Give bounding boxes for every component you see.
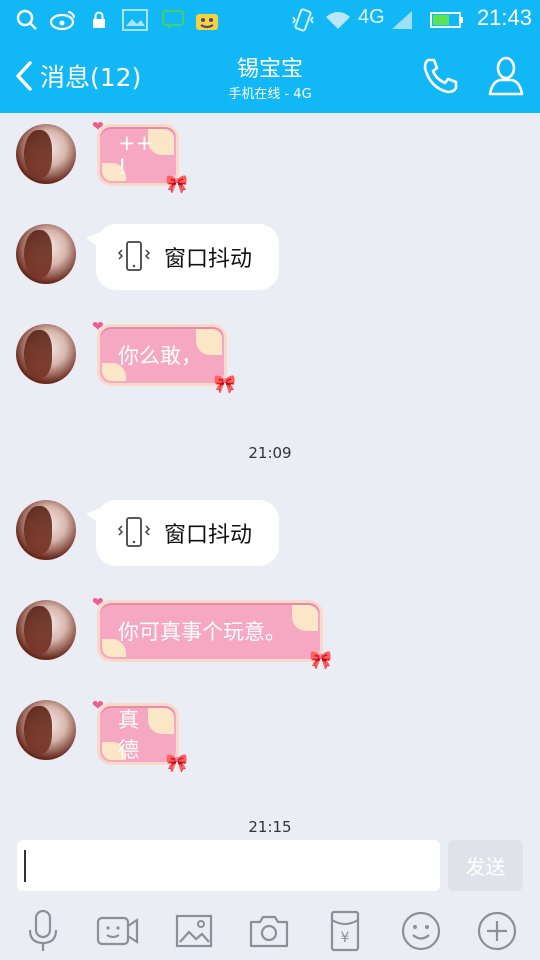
- heart-icon: ❤: [92, 698, 104, 714]
- vibrate-icon: [290, 7, 316, 33]
- phone-icon[interactable]: [418, 54, 462, 98]
- camera-icon[interactable]: [246, 908, 292, 954]
- emoji-icon[interactable]: [398, 908, 444, 954]
- heart-icon: ❤: [92, 319, 104, 335]
- timestamp: 21:15: [248, 818, 292, 832]
- network-type-label: 4G: [358, 6, 385, 28]
- bow-icon: 🎀: [309, 650, 332, 671]
- message-text: 真德: [118, 708, 139, 762]
- message-text: ++ !: [118, 131, 154, 179]
- avatar[interactable]: [16, 600, 76, 660]
- message-input[interactable]: [17, 840, 440, 891]
- bow-icon: 🎀: [213, 374, 236, 395]
- message-text: 窗口抖动: [164, 523, 253, 548]
- microphone-icon[interactable]: [20, 908, 66, 954]
- video-icon[interactable]: [95, 908, 141, 954]
- clock: 21:43: [476, 5, 532, 30]
- avatar[interactable]: [16, 500, 76, 560]
- status-bar: 4G 21:43: [0, 0, 540, 40]
- send-button[interactable]: 发送: [448, 840, 523, 891]
- battery-icon: [430, 7, 464, 33]
- message-bubble[interactable]: ❤ 🎀 ++ !: [92, 119, 188, 195]
- heart-icon: ❤: [92, 595, 104, 611]
- shake-icon: [117, 517, 151, 547]
- message-text: 窗口抖动: [164, 247, 253, 272]
- image-icon[interactable]: [171, 908, 217, 954]
- weibo-icon: [50, 7, 78, 33]
- signal-icon: [390, 7, 414, 33]
- wifi-icon: [324, 7, 352, 33]
- android-icon: [194, 7, 220, 33]
- input-bar: 发送 ¥: [0, 832, 540, 960]
- message-text: 你么敢，: [118, 344, 202, 368]
- avatar[interactable]: [16, 324, 76, 384]
- svg-text:¥: ¥: [341, 930, 350, 946]
- text-caret: [24, 850, 26, 882]
- avatar[interactable]: [16, 124, 76, 184]
- shake-message-bubble[interactable]: 窗口抖动: [86, 500, 279, 566]
- image-icon: [122, 7, 148, 33]
- bow-icon: 🎀: [165, 174, 188, 195]
- avatar[interactable]: [16, 224, 76, 284]
- search-icon: [16, 7, 38, 33]
- chat-icon: [162, 7, 184, 33]
- heart-icon: ❤: [92, 119, 104, 135]
- shake-icon: [117, 241, 151, 271]
- message-bubble[interactable]: ❤ 🎀 你么敢，: [92, 319, 236, 395]
- lock-icon: [92, 7, 106, 33]
- red-packet-icon[interactable]: ¥: [322, 908, 368, 954]
- message-bubble[interactable]: ❤ 🎀 你可真事个玩意。: [92, 595, 332, 671]
- timestamp: 21:09: [248, 444, 292, 462]
- avatar[interactable]: [16, 700, 76, 760]
- chat-header: 消息(12) 锡宝宝 手机在线 - 4G: [0, 40, 540, 113]
- message-bubble[interactable]: ❤ 🎀 真德: [92, 698, 188, 774]
- plus-icon[interactable]: [474, 908, 520, 954]
- bubble-decoration: [292, 605, 318, 631]
- message-text: 你可真事个玩意。: [118, 620, 286, 644]
- person-icon[interactable]: [484, 54, 528, 98]
- bow-icon: 🎀: [165, 753, 188, 774]
- shake-message-bubble[interactable]: 窗口抖动: [86, 224, 279, 290]
